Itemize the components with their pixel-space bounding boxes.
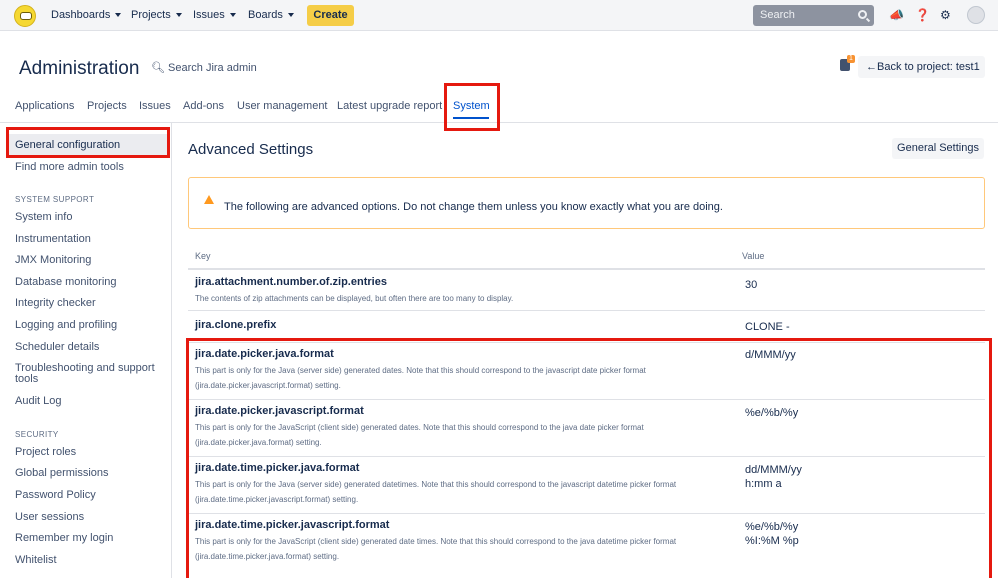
sidebar-item-user-sessions[interactable]: User sessions xyxy=(15,511,84,523)
sidebar-item-database-monitoring[interactable]: Database monitoring xyxy=(15,276,117,288)
setting-description: The contents of zip attachments can be d… xyxy=(195,294,514,303)
megaphone-icon[interactable]: 📣 xyxy=(889,8,904,22)
highlight-box-system-tab xyxy=(444,83,500,131)
top-navigation-bar: Dashboards Projects Issues Boards Create… xyxy=(0,0,998,31)
warning-text: The following are advanced options. Do n… xyxy=(224,201,723,213)
chevron-down-icon xyxy=(287,13,294,18)
admin-search-link[interactable]: 🔍︎ Search Jira admin xyxy=(151,61,257,74)
sidebar-item-audit-log[interactable]: Audit Log xyxy=(15,395,61,407)
notification-badge: 1 xyxy=(847,55,855,63)
arrow-left-icon: ← xyxy=(866,61,877,73)
tab-applications[interactable]: Applications xyxy=(15,100,74,112)
section-title: Advanced Settings xyxy=(188,141,314,158)
sidebar-item-jmx-monitoring[interactable]: JMX Monitoring xyxy=(15,254,91,266)
sidebar-item-remember-my-login[interactable]: Remember my login xyxy=(15,532,113,544)
setting-key: jira.attachment.number.of.zip.entries xyxy=(195,276,387,288)
nav-issues-label: Issues xyxy=(193,9,225,21)
admin-search-label: Search Jira admin xyxy=(168,62,257,74)
nav-projects[interactable]: Projects xyxy=(131,9,182,21)
search-icon: 🔍︎ xyxy=(151,62,165,74)
chevron-down-icon xyxy=(175,13,182,18)
nav-dashboards-label: Dashboards xyxy=(51,9,111,21)
back-to-project-label: Back to project: test1 xyxy=(877,61,980,73)
column-header-key: Key xyxy=(195,251,211,261)
sidebar-item-password-policy[interactable]: Password Policy xyxy=(15,489,96,501)
nav-issues[interactable]: Issues xyxy=(193,9,236,21)
gear-icon[interactable]: ⚙ xyxy=(940,8,951,22)
search-placeholder: Search xyxy=(760,9,795,21)
sidebar-item-integrity-checker[interactable]: Integrity checker xyxy=(15,297,96,309)
search-input[interactable]: Search xyxy=(753,5,874,26)
tab-latest-upgrade-report[interactable]: Latest upgrade report xyxy=(337,100,442,112)
chevron-down-icon xyxy=(229,13,236,18)
tab-issues[interactable]: Issues xyxy=(139,100,171,112)
jira-logo-icon[interactable] xyxy=(14,5,36,27)
setting-value[interactable]: 30 xyxy=(745,278,757,292)
help-icon[interactable]: ❓ xyxy=(915,8,930,22)
warning-message: The following are advanced options. Do n… xyxy=(188,177,985,229)
nav-projects-label: Projects xyxy=(131,9,171,21)
avatar[interactable] xyxy=(967,6,985,24)
setting-value[interactable]: CLONE - xyxy=(745,320,790,334)
column-header-value: Value xyxy=(742,251,765,261)
back-to-project-button[interactable]: ← Back to project: test1 xyxy=(858,56,985,78)
setting-key: jira.clone.prefix xyxy=(195,319,277,331)
highlight-box-date-format-settings xyxy=(186,338,992,578)
sidebar-item-system-info[interactable]: System info xyxy=(15,211,72,223)
tab-add-ons[interactable]: Add-ons xyxy=(183,100,224,112)
sidebar-heading-security: SECURITY xyxy=(15,430,59,439)
create-button[interactable]: Create xyxy=(307,5,354,26)
sidebar-item-troubleshooting-and-support-tools[interactable]: Troubleshooting and support tools xyxy=(15,363,160,385)
tab-user-management[interactable]: User management xyxy=(237,100,328,112)
sidebar-item-instrumentation[interactable]: Instrumentation xyxy=(15,233,91,245)
sidebar-item-project-roles[interactable]: Project roles xyxy=(15,446,76,458)
nav-dashboards[interactable]: Dashboards xyxy=(51,9,122,21)
admin-sidebar: General configuration Find more admin to… xyxy=(0,123,172,578)
general-settings-button[interactable]: General Settings xyxy=(892,138,984,159)
chevron-down-icon xyxy=(115,13,122,18)
sidebar-item-logging-and-profiling[interactable]: Logging and profiling xyxy=(15,319,117,331)
sidebar-item-global-permissions[interactable]: Global permissions xyxy=(15,467,109,479)
search-icon xyxy=(858,10,867,19)
sidebar-heading-system-support: SYSTEM SUPPORT xyxy=(15,195,95,204)
nav-boards[interactable]: Boards xyxy=(248,9,294,21)
tab-projects[interactable]: Projects xyxy=(87,100,127,112)
sidebar-item-scheduler-details[interactable]: Scheduler details xyxy=(15,341,99,353)
table-row: jira.attachment.number.of.zip.entries Th… xyxy=(188,270,985,311)
sidebar-item-find-more-admin-tools[interactable]: Find more admin tools xyxy=(15,161,124,173)
warning-icon xyxy=(204,195,214,204)
highlight-box-general-configuration xyxy=(6,127,170,158)
nav-boards-label: Boards xyxy=(248,9,283,21)
page-title: Administration xyxy=(19,58,140,79)
sidebar-item-whitelist[interactable]: Whitelist xyxy=(15,554,57,566)
